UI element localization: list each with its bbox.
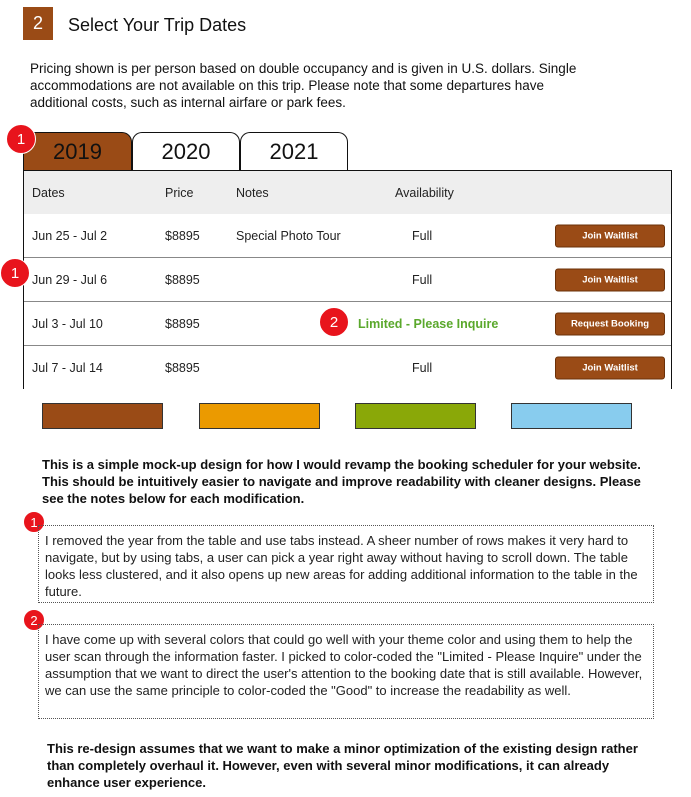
row-dates: Jun 29 - Jul 6 [32, 272, 108, 287]
table-row: Jun 25 - Jul 2 $8895 Special Photo Tour … [24, 214, 671, 258]
row-notes: Special Photo Tour [236, 228, 341, 243]
row-availability: Full [412, 228, 433, 243]
trip-dates-table: Dates Price Notes Availability Jun 25 - … [23, 170, 672, 389]
color-swatch-orange [199, 403, 320, 429]
column-header-availability: Availability [395, 185, 454, 200]
annotation-marker-tabs: 1 [6, 124, 36, 154]
column-header-notes: Notes [236, 185, 269, 200]
request-booking-button[interactable]: Request Booking [555, 312, 665, 335]
row-dates: Jul 3 - Jul 10 [32, 316, 103, 331]
table-header-row: Dates Price Notes Availability [24, 171, 671, 215]
summary-text: This is a simple mock-up design for how … [42, 457, 641, 506]
join-waitlist-button[interactable]: Join Waitlist [555, 356, 665, 379]
step-number-badge: 2 [23, 7, 53, 40]
annotation-marker-limited: 2 [319, 307, 349, 337]
column-header-dates: Dates [32, 185, 65, 200]
color-swatch-brown [42, 403, 163, 429]
note-color-coding-explanation: I have come up with several colors that … [38, 624, 654, 719]
join-waitlist-button[interactable]: Join Waitlist [555, 268, 665, 291]
column-header-price: Price [165, 185, 194, 200]
table-row: Jul 7 - Jul 14 $8895 Full Join Waitlist [24, 346, 671, 389]
row-availability: Full [412, 360, 433, 375]
row-availability: Full [412, 272, 433, 287]
row-price: $8895 [165, 360, 200, 375]
row-dates: Jun 25 - Jul 2 [32, 228, 108, 243]
row-price: $8895 [165, 228, 200, 243]
row-dates: Jul 7 - Jul 14 [32, 360, 103, 375]
row-price: $8895 [165, 272, 200, 287]
pricing-intro-text: Pricing shown is per person based on dou… [30, 61, 577, 110]
annotation-marker-row: 1 [0, 258, 30, 288]
row-availability-limited: Limited - Please Inquire [358, 316, 499, 331]
tab-2021[interactable]: 2021 [240, 132, 348, 170]
table-row: Jun 29 - Jul 6 $8895 Full Join Waitlist [24, 258, 671, 302]
note-tabs-explanation: I removed the year from the table and us… [38, 525, 654, 603]
page-title: Select Your Trip Dates [68, 15, 247, 35]
color-swatch-blue [511, 403, 632, 429]
tab-2020[interactable]: 2020 [132, 132, 240, 170]
color-swatch-green [355, 403, 476, 429]
join-waitlist-button[interactable]: Join Waitlist [555, 224, 665, 247]
tab-2019[interactable]: 2019 [23, 132, 132, 170]
conclusion-text: This re-design assumes that we want to m… [47, 741, 638, 790]
row-price: $8895 [165, 316, 200, 331]
